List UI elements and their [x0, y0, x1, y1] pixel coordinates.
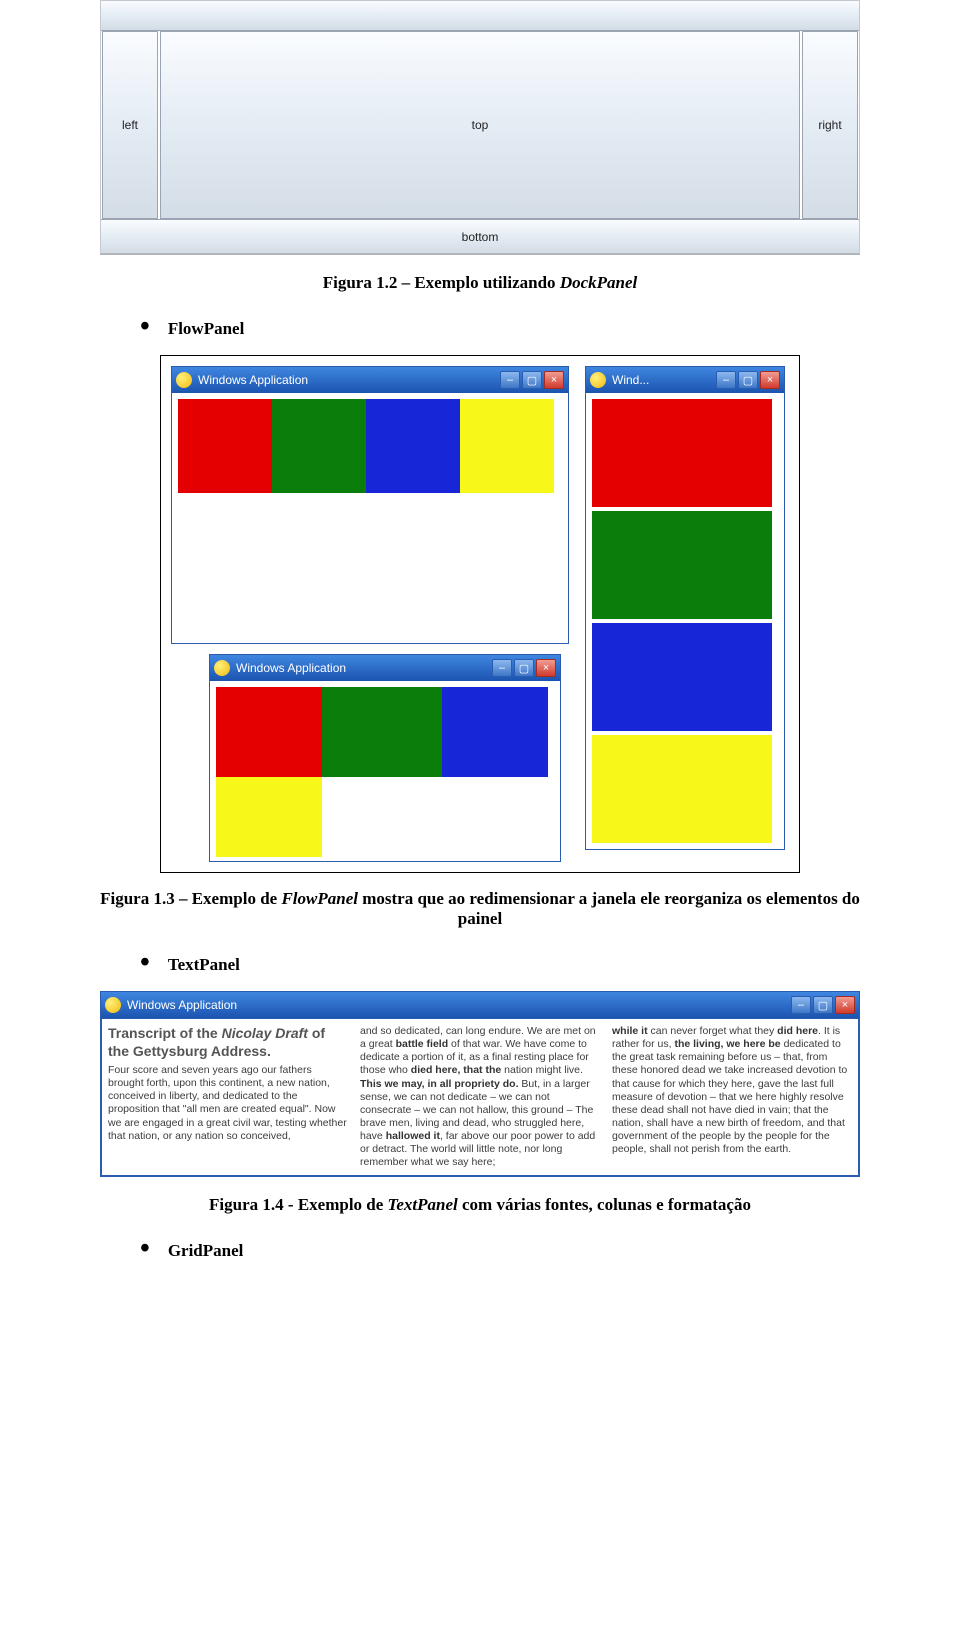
bullet-label: TextPanel — [168, 955, 240, 975]
figure-1-3-flowpanel: Windows Application – ▢ × — [160, 355, 800, 873]
close-button[interactable]: × — [544, 371, 564, 389]
dockpanel-top-row — [101, 1, 859, 31]
dockpanel-left-button[interactable]: left — [102, 31, 158, 219]
minimize-button[interactable]: – — [716, 371, 736, 389]
minimize-button[interactable]: – — [791, 996, 811, 1014]
dockpanel-middle-row: left top right — [101, 31, 859, 219]
bullet-icon: • — [140, 313, 150, 341]
text-bold: while it — [612, 1025, 648, 1037]
flowpanel-window-wrapped: Windows Application – ▢ × — [209, 654, 561, 862]
textpanel-column-3: while it can never forget what they did … — [612, 1025, 852, 1169]
flowpanel-block-green — [592, 511, 772, 619]
document-page: left top right bottom Figura 1.2 – Exemp… — [0, 0, 960, 1317]
flowpanel-block-red — [592, 399, 772, 507]
dockpanel-top-button[interactable]: top — [160, 31, 800, 219]
app-icon — [590, 372, 606, 388]
figure-1-4-caption: Figura 1.4 - Exemplo de TextPanel com vá… — [100, 1195, 860, 1215]
flowpanel-block-green — [272, 399, 366, 493]
text-span: can never forget what they — [648, 1025, 778, 1037]
window-titlebar[interactable]: Windows Application – ▢ × — [172, 367, 568, 393]
window-buttons: – ▢ × — [791, 996, 855, 1014]
window-buttons: – ▢ × — [492, 659, 556, 677]
window-titlebar[interactable]: Windows Application – ▢ × — [101, 992, 859, 1018]
flowpanel-block-red — [178, 399, 272, 493]
bullet-icon: • — [140, 949, 150, 977]
maximize-button[interactable]: ▢ — [514, 659, 534, 677]
flowpanel-block-blue — [442, 687, 548, 777]
close-button[interactable]: × — [835, 996, 855, 1014]
flowpanel-window-horizontal: Windows Application – ▢ × — [171, 366, 569, 644]
textpanel-window: Windows Application – ▢ × Transcript of … — [100, 991, 860, 1177]
figure-1-3-right-column: Wind... – ▢ × — [585, 366, 785, 862]
text-bold: This we may, in all propriety do. — [360, 1078, 519, 1090]
caption-italic: FlowPanel — [281, 889, 358, 908]
text-bold: battle field — [396, 1038, 449, 1050]
text-span: nation might live. — [501, 1064, 583, 1076]
figure-1-4-textpanel: Windows Application – ▢ × Transcript of … — [100, 991, 860, 1177]
heading-part: Transcript of the — [108, 1025, 222, 1041]
window-body — [172, 393, 568, 643]
textpanel-heading: Transcript of the Nicolay Draft of the G… — [108, 1025, 348, 1060]
window-body — [586, 393, 784, 849]
text-bold: did here — [777, 1025, 818, 1037]
flowpanel-block-blue — [366, 399, 460, 493]
caption-italic: DockPanel — [560, 273, 637, 292]
text-bold: hallowed it — [386, 1130, 440, 1142]
bullet-gridpanel: • GridPanel — [140, 1237, 860, 1265]
text-bold: died here, that the — [411, 1064, 501, 1076]
textpanel-column-2: and so dedicated, can long endure. We ar… — [360, 1025, 600, 1169]
text-bold: the living, we here be — [674, 1038, 780, 1050]
flowpanel-window-narrow: Wind... – ▢ × — [585, 366, 785, 850]
textpanel-column-1: Transcript of the Nicolay Draft of the G… — [108, 1025, 348, 1169]
minimize-button[interactable]: – — [492, 659, 512, 677]
maximize-button[interactable]: ▢ — [813, 996, 833, 1014]
text-span: dedicated to the great task remaining be… — [612, 1038, 847, 1155]
window-title: Wind... — [612, 373, 716, 387]
bullet-icon: • — [140, 1235, 150, 1263]
maximize-button[interactable]: ▢ — [738, 371, 758, 389]
figure-1-2-caption: Figura 1.2 – Exemplo utilizando DockPane… — [100, 273, 860, 293]
close-button[interactable]: × — [536, 659, 556, 677]
close-button[interactable]: × — [760, 371, 780, 389]
flowpanel-block-yellow — [460, 399, 554, 493]
app-icon — [105, 997, 121, 1013]
bullet-flowpanel: • FlowPanel — [140, 315, 860, 343]
flowpanel-block-blue — [592, 623, 772, 731]
dockpanel-topbar[interactable] — [101, 1, 859, 31]
heading-italic: Nicolay Draft — [222, 1025, 308, 1041]
bullet-textpanel: • TextPanel — [140, 951, 860, 979]
window-buttons: – ▢ × — [716, 371, 780, 389]
maximize-button[interactable]: ▢ — [522, 371, 542, 389]
caption-text: com várias fontes, colunas e formatação — [458, 1195, 751, 1214]
caption-text: mostra que ao redimensionar a janela ele… — [358, 889, 860, 928]
textpanel-paragraph: Four score and seven years ago our fathe… — [108, 1064, 348, 1143]
figure-1-3-caption: Figura 1.3 – Exemplo de FlowPanel mostra… — [100, 889, 860, 929]
minimize-button[interactable]: – — [500, 371, 520, 389]
window-titlebar[interactable]: Windows Application – ▢ × — [210, 655, 560, 681]
bullet-label: GridPanel — [168, 1241, 244, 1261]
flowpanel-block-red — [216, 687, 322, 777]
window-title: Windows Application — [236, 661, 492, 675]
figure-1-3-left-column: Windows Application – ▢ × — [171, 366, 571, 862]
bullet-label: FlowPanel — [168, 319, 245, 339]
caption-text: Figura 1.2 – Exemplo utilizando — [323, 273, 560, 292]
flowpanel-block-green — [322, 687, 442, 777]
dockpanel-right-button[interactable]: right — [802, 31, 858, 219]
app-icon — [214, 660, 230, 676]
dockpanel-bottom-button[interactable]: bottom — [101, 219, 859, 253]
textpanel-body: Transcript of the Nicolay Draft of the G… — [101, 1018, 859, 1176]
flowpanel-block-yellow — [592, 735, 772, 843]
window-buttons: – ▢ × — [500, 371, 564, 389]
window-titlebar[interactable]: Wind... – ▢ × — [586, 367, 784, 393]
dockpanel-bottom-row: bottom — [101, 219, 859, 253]
caption-text: Figura 1.4 - Exemplo de — [209, 1195, 388, 1214]
window-title: Windows Application — [198, 373, 500, 387]
window-body — [210, 681, 560, 861]
window-title: Windows Application — [127, 998, 791, 1012]
app-icon — [176, 372, 192, 388]
figure-1-2-dockpanel: left top right bottom — [100, 0, 860, 255]
caption-text: Figura 1.3 – Exemplo de — [100, 889, 281, 908]
caption-italic: TextPanel — [388, 1195, 458, 1214]
flowpanel-block-yellow — [216, 777, 322, 857]
